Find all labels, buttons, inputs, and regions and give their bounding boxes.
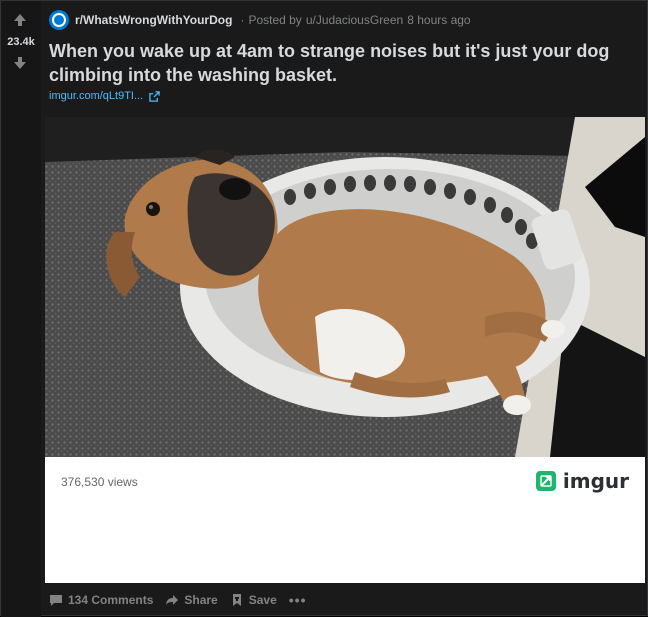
post-time[interactable]: 8 hours ago — [407, 13, 470, 27]
dog-in-basket-image — [45, 117, 645, 457]
vote-score: 23.4k — [7, 36, 35, 48]
save-label: Save — [248, 593, 277, 607]
save-button[interactable]: Save — [230, 593, 277, 607]
more-options-icon: ••• — [288, 592, 307, 608]
post-header: r/WhatsWrongWithYourDog · Posted by u/Ju… — [49, 9, 471, 31]
view-count: 376,530 views — [61, 475, 138, 489]
imgur-logo-icon — [535, 471, 556, 491]
imgur-wordmark: imgur — [562, 469, 629, 493]
post-title[interactable]: When you wake up at 4am to strange noise… — [49, 39, 629, 87]
imgur-logo[interactable]: imgur — [535, 469, 629, 493]
imgur-embed-card[interactable]: 376,530 views imgur — [45, 457, 645, 583]
more-options-button[interactable]: ••• — [289, 592, 307, 608]
share-button[interactable]: Share — [165, 593, 218, 607]
subreddit-link[interactable]: r/WhatsWrongWithYourDog — [75, 13, 232, 27]
post-actions: 134 Comments Share Save ••• — [49, 589, 306, 611]
header-separator: · — [240, 13, 245, 27]
subreddit-icon[interactable] — [49, 10, 69, 30]
share-label: Share — [184, 593, 218, 607]
arrow-down-icon — [14, 57, 26, 69]
comments-button[interactable]: 134 Comments — [49, 593, 153, 607]
posted-by-label: Posted by — [248, 13, 302, 27]
post-link-text[interactable]: imgur.com/qLt9TI... — [49, 90, 143, 102]
arrow-up-icon — [14, 14, 26, 26]
bookmark-icon — [232, 594, 241, 606]
author-link[interactable]: u/JudaciousGreen — [306, 13, 403, 27]
comment-icon — [50, 595, 62, 606]
post-link[interactable]: imgur.com/qLt9TI... — [49, 89, 160, 103]
post-card[interactable]: 23.4k r/WhatsWrongWithYourDog · Posted b… — [0, 0, 648, 617]
downvote-button[interactable] — [11, 54, 29, 72]
share-icon — [166, 595, 179, 605]
comments-label: 134 Comments — [68, 593, 154, 607]
upvote-button[interactable] — [11, 11, 29, 29]
post-image[interactable] — [45, 117, 645, 457]
vote-column: 23.4k — [1, 1, 41, 617]
external-link-icon — [149, 90, 160, 102]
